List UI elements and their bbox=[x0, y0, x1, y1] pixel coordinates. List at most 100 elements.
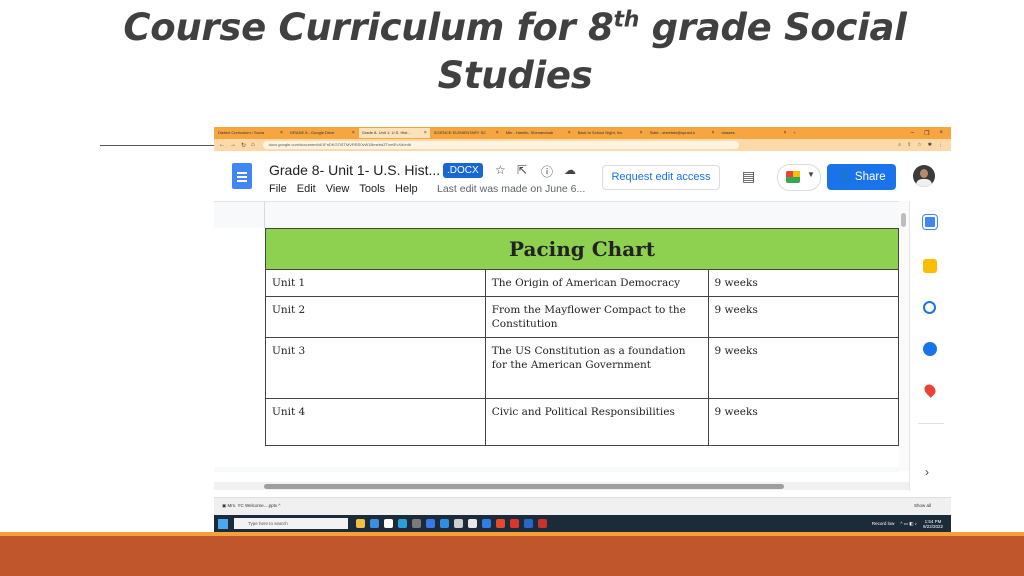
browser-tab[interactable]: classes × bbox=[718, 128, 789, 138]
browser-tab[interactable]: Mtn - Hamlin, Shenandoah × bbox=[503, 128, 574, 138]
avatar[interactable] bbox=[913, 165, 935, 187]
plus-icon: + bbox=[793, 130, 796, 135]
home-icon[interactable]: ⌂ bbox=[251, 142, 255, 149]
google-docs-icon[interactable] bbox=[232, 163, 252, 189]
menu-tools[interactable]: Tools bbox=[359, 183, 385, 195]
menu-edit[interactable]: Edit bbox=[297, 183, 316, 195]
menu-view[interactable]: View bbox=[326, 183, 350, 195]
screenshot: District Curriculum / Socia × GRADE 8 - G… bbox=[214, 127, 951, 532]
close-icon[interactable]: × bbox=[640, 128, 643, 138]
app-icon[interactable] bbox=[454, 519, 463, 528]
last-edit-link[interactable]: Last edit was made on June 6... bbox=[437, 183, 585, 195]
show-all-link[interactable]: Show all bbox=[914, 503, 931, 508]
browser-tab[interactable]: Slate - sheetsts@spusd.k × bbox=[647, 128, 718, 138]
decorative-rule bbox=[100, 145, 215, 146]
browser-tab[interactable]: SCIENCE ELEMENTARY SC × bbox=[431, 128, 502, 138]
maps-icon[interactable] bbox=[922, 382, 938, 398]
document-title[interactable]: Grade 8- Unit 1- U.S. Hist... bbox=[269, 162, 440, 178]
url-field[interactable]: docs.google.com/document/d/1FnDKGTiSTMVR… bbox=[262, 141, 739, 149]
close-icon[interactable]: × bbox=[424, 128, 427, 138]
app-icon[interactable] bbox=[482, 519, 491, 528]
duration-cell: 9 weeks bbox=[707, 296, 899, 338]
restore-icon[interactable]: ❐ bbox=[924, 130, 929, 137]
share-button[interactable]: 👤 Share bbox=[827, 164, 896, 190]
app-icon[interactable] bbox=[398, 519, 407, 528]
contacts-icon[interactable] bbox=[923, 342, 937, 356]
back-icon[interactable]: ← bbox=[219, 142, 225, 149]
app-icon[interactable] bbox=[426, 519, 435, 528]
keep-icon[interactable] bbox=[923, 259, 937, 273]
close-icon[interactable]: × bbox=[783, 128, 786, 138]
close-icon[interactable]: × bbox=[568, 128, 571, 138]
weather-label[interactable]: Record low bbox=[872, 521, 895, 526]
close-window-icon[interactable]: × bbox=[939, 130, 943, 137]
minimize-icon[interactable]: – bbox=[911, 130, 914, 137]
close-icon[interactable]: × bbox=[496, 128, 499, 138]
bookmark-star-icon[interactable]: ☆ bbox=[917, 142, 921, 148]
star-icon[interactable]: ☆ bbox=[495, 163, 506, 177]
app-icon[interactable] bbox=[538, 519, 547, 528]
app-icon[interactable] bbox=[412, 519, 421, 528]
meet-icon-part bbox=[786, 171, 793, 177]
meet-button[interactable]: ▼ bbox=[777, 164, 821, 191]
app-icon[interactable] bbox=[510, 519, 519, 528]
tab-label: Back to School Night, Inc bbox=[577, 130, 623, 135]
app-icon[interactable] bbox=[440, 519, 449, 528]
app-icon[interactable] bbox=[384, 519, 393, 528]
search-icon[interactable]: ⌕ bbox=[898, 142, 901, 148]
menu-file[interactable]: File bbox=[269, 183, 287, 195]
move-icon[interactable]: ⇱ bbox=[517, 163, 527, 177]
app-icon[interactable] bbox=[524, 519, 533, 528]
unit-cell: Unit 3 bbox=[265, 337, 486, 399]
unit-cell: Unit 4 bbox=[265, 398, 486, 446]
close-icon[interactable]: × bbox=[352, 128, 355, 138]
browser-tab[interactable]: District Curriculum / Socia × bbox=[215, 128, 286, 138]
app-icon[interactable] bbox=[370, 519, 379, 528]
chevron-up-icon[interactable]: ^ bbox=[278, 503, 280, 508]
app-icon[interactable] bbox=[468, 519, 477, 528]
divider bbox=[918, 423, 944, 424]
menu-help[interactable]: Help bbox=[395, 183, 418, 195]
close-icon[interactable]: × bbox=[280, 128, 283, 138]
tray-icons[interactable]: ^ ▭ ◧ ♪ bbox=[900, 521, 917, 527]
vertical-scrollbar[interactable] bbox=[899, 201, 909, 471]
unit-cell: Unit 1 bbox=[265, 269, 486, 297]
calendar-icon[interactable] bbox=[923, 215, 937, 229]
tab-label: SCIENCE ELEMENTARY SC bbox=[433, 130, 487, 135]
footer-band bbox=[0, 536, 1024, 576]
tasks-icon[interactable] bbox=[923, 301, 936, 314]
pacing-chart-heading: Pacing Chart bbox=[265, 228, 899, 270]
windows-start-icon[interactable] bbox=[218, 518, 228, 529]
share-page-icon[interactable]: ⇪ bbox=[907, 142, 911, 148]
docx-badge: .DOCX bbox=[443, 163, 483, 178]
new-tab-button[interactable]: + bbox=[790, 128, 798, 138]
chevron-right-icon[interactable]: › bbox=[925, 465, 929, 479]
clock-date: 9/22/2022 bbox=[922, 523, 943, 529]
browser-tab[interactable]: Back to School Night, Inc × bbox=[575, 128, 646, 138]
menu-dots-icon[interactable]: ⋮ bbox=[938, 142, 943, 148]
close-icon[interactable]: × bbox=[712, 128, 715, 138]
topic-cell: The Origin of American Democracy bbox=[484, 269, 709, 297]
share-label: Share bbox=[854, 171, 886, 183]
request-edit-access-button[interactable]: Request edit access bbox=[602, 165, 720, 190]
app-icon[interactable] bbox=[496, 519, 505, 528]
clock[interactable]: 1:54 PM 9/22/2022 bbox=[923, 519, 943, 529]
slide-title-part: grade Social bbox=[639, 6, 907, 49]
scroll-thumb[interactable] bbox=[264, 484, 784, 489]
extensions-icon[interactable]: ✱ bbox=[928, 142, 932, 148]
scroll-thumb[interactable] bbox=[901, 213, 906, 227]
tab-label: GRADE 8 - Google Drive bbox=[289, 130, 335, 135]
comments-icon[interactable]: ▤ bbox=[742, 168, 755, 185]
cloud-status-icon[interactable]: ☁ bbox=[564, 163, 576, 177]
info-icon[interactable]: ⓘ bbox=[541, 163, 553, 180]
app-icon[interactable] bbox=[356, 519, 365, 528]
tab-label: Mtn - Hamlin, Shenandoah bbox=[505, 130, 554, 135]
download-item[interactable]: ▣ Mrs. YC Welcome....pptx ^ bbox=[222, 503, 281, 509]
horizontal-scrollbar[interactable] bbox=[214, 482, 909, 490]
browser-tab[interactable]: GRADE 8 - Google Drive × bbox=[287, 128, 358, 138]
taskbar-search[interactable]: Type here to search bbox=[234, 518, 348, 529]
nav-buttons: ← → ↻ ⌂ bbox=[214, 142, 255, 149]
reload-icon[interactable]: ↻ bbox=[241, 142, 246, 149]
forward-icon[interactable]: → bbox=[230, 142, 236, 149]
browser-tab-active[interactable]: Grade 8- Unit 1- U.S. Hist... × bbox=[358, 128, 430, 138]
